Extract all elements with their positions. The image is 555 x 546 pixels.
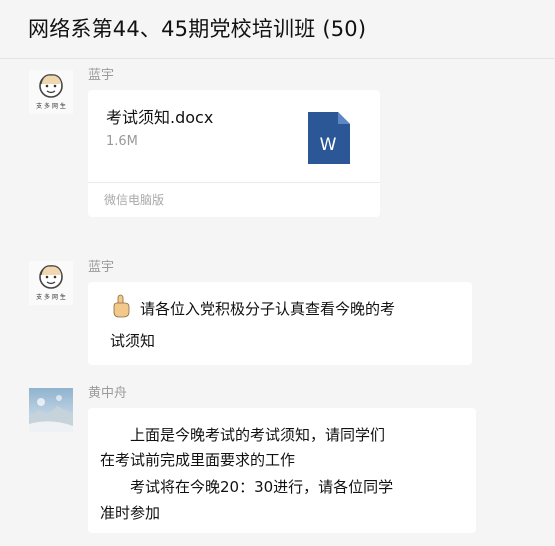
file-card[interactable]: 考试须知.docx 1.6M W 微信电脑版 xyxy=(88,90,380,217)
word-document-icon: W xyxy=(308,112,350,164)
svg-text:支 多 网 生: 支 多 网 生 xyxy=(36,102,66,110)
avatar[interactable]: 支 多 网 生 xyxy=(29,70,73,114)
avatar[interactable] xyxy=(29,388,73,432)
file-source: 微信电脑版 xyxy=(104,193,165,207)
file-name: 考试须知.docx xyxy=(106,108,214,127)
message-bubble[interactable]: 请各位入党积极分子认真查看今晚的考 试须知 xyxy=(88,282,472,365)
message-line: 考试将在今晚20：30进行，请各位同学 xyxy=(130,478,394,496)
divider xyxy=(88,182,380,183)
svg-text:支 多 网 生: 支 多 网 生 xyxy=(36,293,66,301)
message-line: 上面是今晚考试的考试须知，请同学们 xyxy=(130,426,386,444)
message-line: 试须知 xyxy=(110,332,156,350)
svg-text:W: W xyxy=(320,135,337,155)
message-bubble[interactable]: 上面是今晚考试的考试须知，请同学们 在考试前完成里面要求的工作 考试将在今晚20… xyxy=(88,408,476,533)
pointing-hand-icon xyxy=(110,294,132,318)
avatar[interactable]: 支 多 网 生 xyxy=(29,261,73,305)
message-text: 支 多 网 生 蓝宇 请各位入党积极分子认真查看今晚的考 试须知 xyxy=(0,256,555,366)
message-line: 准时参加 xyxy=(100,504,161,522)
message-line: 请各位入党积极分子认真查看今晚的考 xyxy=(140,300,396,318)
message-file: 支 多 网 生 蓝宇 考试须知.docx 1.6M W 微信电脑版 xyxy=(0,66,555,217)
sender-name: 蓝宇 xyxy=(88,260,115,275)
file-size: 1.6M xyxy=(106,134,138,149)
message-text: 黄中舟 上面是今晚考试的考试须知，请同学们 在考试前完成里面要求的工作 考试将在… xyxy=(0,380,555,540)
message-line: 在考试前完成里面要求的工作 xyxy=(100,451,296,469)
chat-title: 网络系第44、45期党校培训班 (50) xyxy=(28,17,367,41)
chat-header: 网络系第44、45期党校培训班 (50) xyxy=(0,0,555,59)
sender-name: 黄中舟 xyxy=(88,386,128,401)
sender-name: 蓝宇 xyxy=(88,68,115,83)
